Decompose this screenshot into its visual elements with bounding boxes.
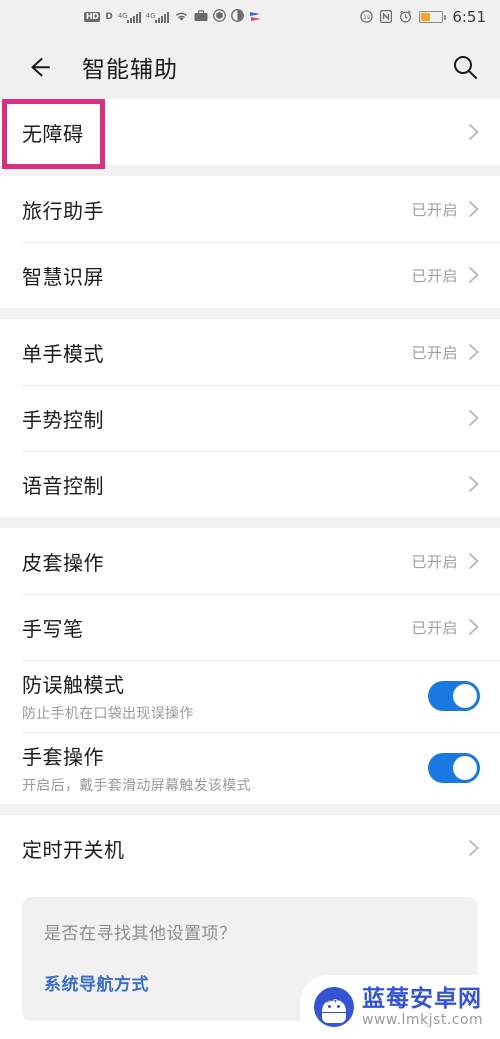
row-title: 防误触模式 <box>22 673 125 697</box>
svg-text:1s: 1s <box>363 14 370 21</box>
chevron-right-icon <box>468 199 480 219</box>
toggle-accidental-touch-prevention[interactable] <box>428 681 480 711</box>
chevron-right-icon <box>468 342 480 362</box>
row-title: 手势控制 <box>22 407 104 432</box>
volte-icon: D <box>105 12 113 22</box>
system-navigation-link[interactable]: 系统导航方式 <box>44 970 149 995</box>
other-settings-question: 是否在寻找其他设置项？ <box>44 924 237 944</box>
row-title: 旅行助手 <box>22 198 104 223</box>
page-title: 智能辅助 <box>82 56 178 83</box>
watermark-url: www.lmkjst.com <box>362 1011 484 1028</box>
row-voice-control[interactable]: 语音控制 <box>0 451 500 517</box>
signal-sim2-icon: 4G <box>146 11 169 23</box>
app-badge-icon <box>249 10 263 25</box>
row-title: 皮套操作 <box>22 550 104 575</box>
chevron-right-icon <box>468 617 480 637</box>
wifi-icon <box>174 10 189 25</box>
row-title: 手套操作 <box>22 745 104 769</box>
section-divider <box>0 517 500 528</box>
search-icon[interactable] <box>450 52 480 82</box>
hd-voice-icon: HD <box>84 12 101 22</box>
row-value: 已开启 <box>411 200 458 219</box>
row-title: 单手模式 <box>22 341 104 366</box>
row-title: 手写笔 <box>22 616 84 641</box>
chevron-right-icon <box>468 551 480 571</box>
do-not-disturb-icon <box>230 9 244 25</box>
watermark-text: 蓝莓安卓网 www.lmkjst.com <box>362 985 484 1028</box>
settings-group: 无障碍 <box>0 99 500 165</box>
row-accessibility[interactable]: 无障碍 <box>0 99 500 165</box>
settings-list[interactable]: 无障碍 旅行助手 已开启 智慧识屏 已开启 单手模式 已开启 手势控制 语音控制… <box>0 99 500 1021</box>
chevron-right-icon <box>468 122 480 142</box>
app-bar: 智能辅助 <box>0 34 500 99</box>
row-title: 语音控制 <box>22 473 104 498</box>
row-subtitle: 防止手机在口袋出现误操作 <box>22 706 194 722</box>
alarm-icon <box>399 10 412 25</box>
section-divider <box>0 165 500 176</box>
battery-icon <box>419 11 447 23</box>
row-stylus[interactable]: 手写笔 已开启 <box>0 594 500 660</box>
row-scheduled-power-on-off[interactable]: 定时开关机 <box>0 815 500 881</box>
row-glove-mode[interactable]: 手套操作 开启后，戴手套滑动屏幕触发该模式 <box>0 732 500 804</box>
settings-group: 皮套操作 已开启 手写笔 已开启 防误触模式 防止手机在口袋出现误操作 手套操作… <box>0 528 500 804</box>
row-title: 无障碍 <box>22 121 84 146</box>
row-accidental-touch-prevention[interactable]: 防误触模式 防止手机在口袋出现误操作 <box>0 660 500 732</box>
chevron-right-icon <box>468 265 480 285</box>
settings-group: 定时开关机 <box>0 815 500 881</box>
settings-group: 旅行助手 已开启 智慧识屏 已开启 <box>0 176 500 308</box>
row-title: 定时开关机 <box>22 837 125 862</box>
status-bar-left-icons: HD D 4G 4G <box>14 9 360 25</box>
row-case-operation[interactable]: 皮套操作 已开启 <box>0 528 500 594</box>
section-divider <box>0 804 500 815</box>
status-bar-clock: 6:51 <box>452 8 486 26</box>
settings-group: 单手模式 已开启 手势控制 语音控制 <box>0 319 500 517</box>
back-arrow-icon[interactable] <box>24 52 54 82</box>
row-value: 已开启 <box>411 618 458 637</box>
row-value: 已开启 <box>411 343 458 362</box>
row-smart-screen-recognition[interactable]: 智慧识屏 已开启 <box>0 242 500 308</box>
briefcase-icon <box>194 9 208 25</box>
toggle-glove-mode[interactable] <box>428 753 480 783</box>
signal-sim1-icon: 4G <box>118 11 141 23</box>
section-divider <box>0 308 500 319</box>
row-subtitle: 开启后，戴手套滑动屏幕触发该模式 <box>22 778 251 794</box>
nfc-icon <box>380 9 393 25</box>
row-value: 已开启 <box>411 552 458 571</box>
android-robot-logo-icon <box>314 987 354 1027</box>
status-bar: HD D 4G 4G 1s 6:51 <box>0 0 500 34</box>
row-value: 已开启 <box>411 266 458 285</box>
row-travel-assistant[interactable]: 旅行助手 已开启 <box>0 176 500 242</box>
chevron-right-icon <box>468 408 480 428</box>
chevron-right-icon <box>468 474 480 494</box>
row-title: 智慧识屏 <box>22 264 104 289</box>
status-bar-right-icons: 1s 6:51 <box>360 8 486 26</box>
site-watermark: 蓝莓安卓网 www.lmkjst.com <box>300 975 500 1039</box>
row-one-hand-mode[interactable]: 单手模式 已开启 <box>0 319 500 385</box>
shield-icon <box>212 9 226 25</box>
row-gesture-control[interactable]: 手势控制 <box>0 385 500 451</box>
screen-record-icon: 1s <box>360 9 374 25</box>
chevron-right-icon <box>468 838 480 858</box>
watermark-site-name: 蓝莓安卓网 <box>362 985 482 1012</box>
